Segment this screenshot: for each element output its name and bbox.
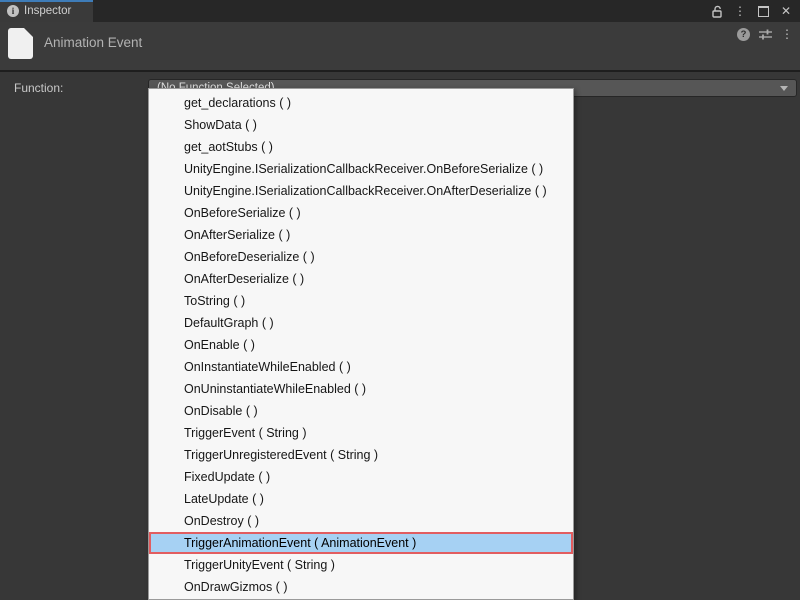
menu-item[interactable]: FixedUpdate ( ) <box>149 466 573 488</box>
more-menu-icon[interactable]: ⋮ <box>780 27 794 41</box>
function-label: Function: <box>14 81 63 95</box>
function-menu-popup: get_declarations ( )ShowData ( )get_aotS… <box>148 88 574 600</box>
window-controls: ⋮ ✕ <box>710 4 800 18</box>
inspector-window: i Inspector ⋮ ✕ Animation Event ? <box>0 0 800 600</box>
menu-item[interactable]: OnAfterDeserialize ( ) <box>149 268 573 290</box>
tab-bar: i Inspector ⋮ ✕ <box>0 0 800 22</box>
menu-item[interactable]: UnityEngine.ISerializationCallbackReceiv… <box>149 180 573 202</box>
menu-item[interactable]: OnAfterSerialize ( ) <box>149 224 573 246</box>
tab-label: Inspector <box>24 5 71 17</box>
menu-item[interactable]: OnBeforeSerialize ( ) <box>149 202 573 224</box>
menu-item[interactable]: ToString ( ) <box>149 290 573 312</box>
menu-item[interactable]: OnDisable ( ) <box>149 400 573 422</box>
menu-item[interactable]: get_aotStubs ( ) <box>149 136 573 158</box>
menu-item[interactable]: get_declarations ( ) <box>149 92 573 114</box>
active-tab-accent <box>0 0 93 2</box>
menu-item[interactable]: OnDestroy ( ) <box>149 510 573 532</box>
kebab-menu-icon[interactable]: ⋮ <box>733 4 747 18</box>
menu-item[interactable]: OnBeforeDeserialize ( ) <box>149 246 573 268</box>
menu-item-highlighted[interactable]: TriggerAnimationEvent ( AnimationEvent ) <box>149 532 573 554</box>
component-header: Animation Event ? ⋮ <box>0 22 800 72</box>
menu-item[interactable]: DefaultGraph ( ) <box>149 312 573 334</box>
menu-item[interactable]: TriggerUnregisteredEvent ( String ) <box>149 444 573 466</box>
close-icon[interactable]: ✕ <box>779 4 793 18</box>
maximize-glyph <box>758 6 769 17</box>
document-icon <box>8 28 33 64</box>
component-title: Animation Event <box>44 35 142 50</box>
menu-item[interactable]: OnDrawGizmos ( ) <box>149 576 573 598</box>
menu-item[interactable]: UnityEngine.ISerializationCallbackReceiv… <box>149 158 573 180</box>
lock-open-icon[interactable] <box>710 4 724 18</box>
tab-inspector[interactable]: i Inspector <box>0 0 93 22</box>
menu-item[interactable]: ShowData ( ) <box>149 114 573 136</box>
menu-item[interactable]: LateUpdate ( ) <box>149 488 573 510</box>
header-icons: ? ⋮ <box>737 27 794 41</box>
menu-item[interactable]: OnUninstantiateWhileEnabled ( ) <box>149 378 573 400</box>
dropdown-arrow-icon <box>780 86 788 91</box>
menu-item[interactable]: OnInstantiateWhileEnabled ( ) <box>149 356 573 378</box>
maximize-icon[interactable] <box>756 4 770 18</box>
menu-item[interactable]: OnEnable ( ) <box>149 334 573 356</box>
info-icon: i <box>7 5 19 17</box>
menu-item[interactable]: TriggerUnityEvent ( String ) <box>149 554 573 576</box>
menu-item[interactable]: TriggerEvent ( String ) <box>149 422 573 444</box>
presets-icon[interactable] <box>758 27 772 41</box>
help-icon[interactable]: ? <box>737 28 750 41</box>
